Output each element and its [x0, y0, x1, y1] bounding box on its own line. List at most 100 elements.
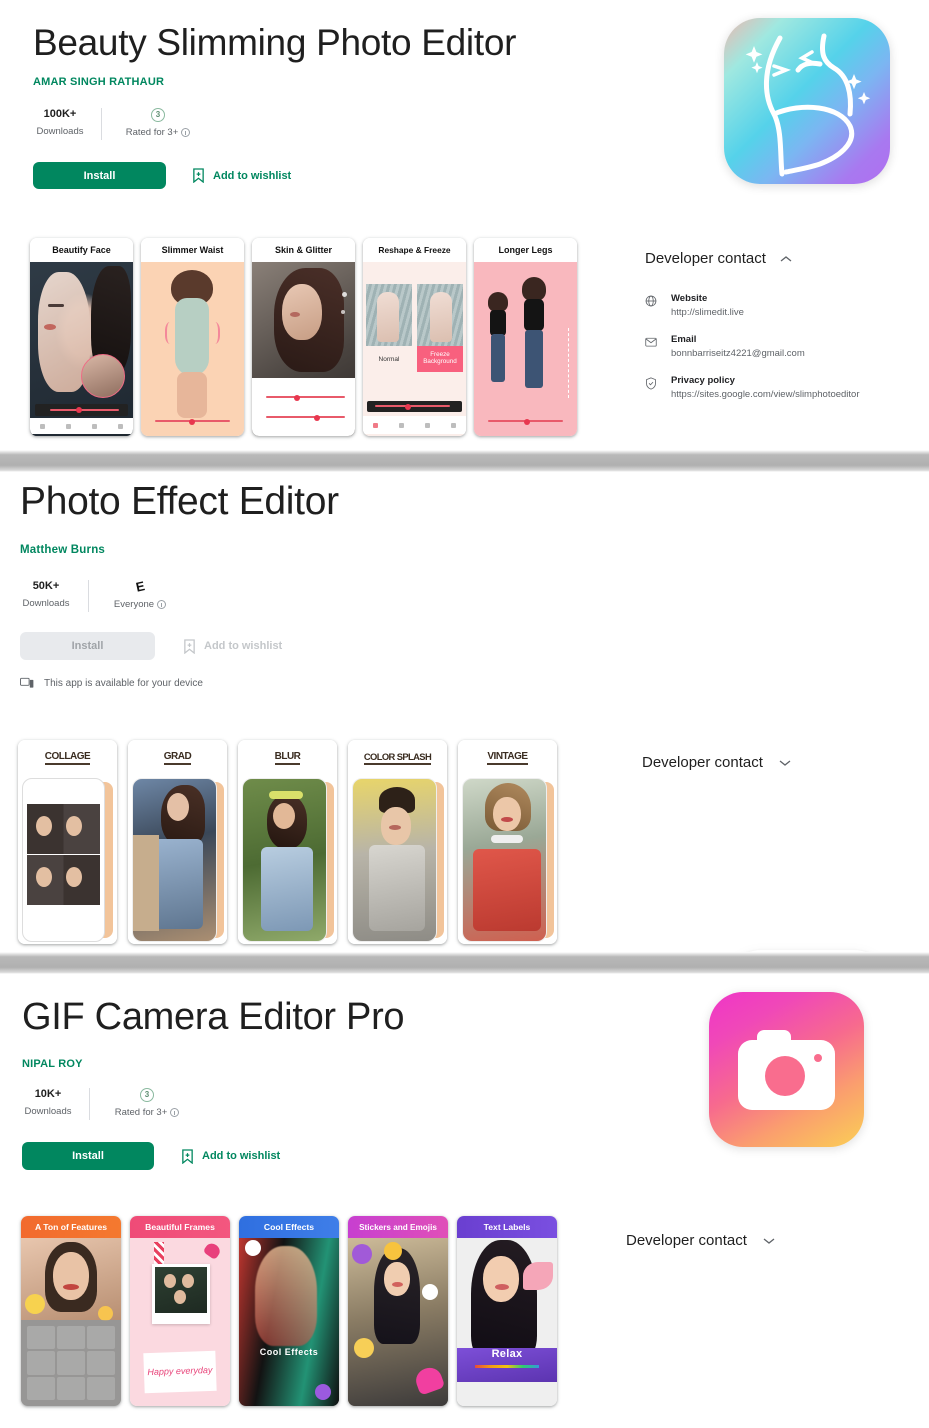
screenshot-art: Happy everyday	[130, 1238, 230, 1406]
camera-flash-dot	[814, 1054, 822, 1062]
screenshot-gallery-1[interactable]: Beautify Face Slimmer Waist Skin & Glitt…	[30, 238, 577, 436]
screenshot-thumbnail[interactable]: Stickers and Emojis	[348, 1216, 448, 1406]
install-button-label: Install	[83, 169, 116, 182]
screenshot-thumbnail[interactable]: Slimmer Waist	[141, 238, 244, 436]
screenshot-caption-bar: Skin & Glitter	[252, 238, 355, 262]
contact-value[interactable]: bonnbarriseitz4221@gmail.com	[671, 348, 805, 359]
screenshot-gallery-3[interactable]: A Ton of Features Beautiful Frames Happy…	[21, 1216, 557, 1406]
contact-row-email[interactable]: Email bonnbarriseitz4221@gmail.com	[645, 334, 915, 359]
developer-name[interactable]: NIPAL ROY	[22, 1058, 83, 1070]
screenshot-caption-bar: Beautify Face	[30, 238, 133, 262]
contact-value[interactable]: http://slimedit.live	[671, 307, 744, 318]
screenshot-thumbnail[interactable]: Text Labels Relax	[457, 1216, 557, 1406]
bookmark-icon	[184, 638, 195, 654]
downloads-value: 10K+	[34, 1088, 62, 1100]
app-section-1: Beauty Slimming Photo Editor AMAR SINGH …	[0, 0, 929, 450]
shield-icon	[646, 377, 656, 390]
page-title: Photo Effect Editor	[20, 480, 339, 523]
screenshot-sub-label: Freeze Background	[423, 351, 457, 365]
contact-label: Email	[671, 334, 697, 345]
screenshot-caption-bar: Beautiful Frames	[130, 1216, 230, 1238]
install-button[interactable]: Install	[20, 632, 155, 660]
wishlist-label: Add to wishlist	[204, 640, 283, 652]
info-icon[interactable]	[157, 600, 167, 609]
screenshot-caption-bar: Reshape & Freeze	[363, 238, 466, 262]
stats-divider	[88, 580, 89, 612]
chevron-down-icon[interactable]	[779, 759, 791, 767]
section-separator	[0, 952, 929, 974]
screenshot-thumbnail[interactable]: Longer Legs	[474, 238, 577, 436]
contact-row-website[interactable]: Website http://slimedit.live	[645, 293, 915, 318]
screenshot-thumbnail[interactable]: Beautiful Frames Happy everyday	[130, 1216, 230, 1406]
downloads-label: Downloads	[24, 1106, 72, 1117]
page-title: GIF Camera Editor Pro	[22, 996, 405, 1038]
screenshot-caption: Reshape & Freeze	[378, 245, 451, 255]
developer-contact-heading: Developer contact	[642, 754, 763, 771]
downloads-label: Downloads	[36, 126, 84, 137]
contact-row-privacy-policy[interactable]: Privacy policy https://sites.google.com/…	[645, 375, 915, 400]
screenshot-caption-bar: Slimmer Waist	[141, 238, 244, 262]
device-availability-note: This app is available for your device	[20, 677, 203, 689]
developer-contact-header[interactable]: Developer contact	[645, 250, 915, 267]
screenshot-sub-label: Normal	[378, 355, 400, 363]
play-store-app-listings-page: Beauty Slimming Photo Editor AMAR SINGH …	[0, 0, 929, 1428]
screenshot-art	[141, 262, 244, 436]
install-button[interactable]: Install	[22, 1142, 154, 1170]
add-to-wishlist-button[interactable]: Add to wishlist	[181, 1148, 281, 1164]
rating-badge-text: 3	[144, 1090, 150, 1099]
screenshot-thumbnail[interactable]: Beautify Face	[30, 238, 133, 436]
downloads-stat: 10K+ Downloads	[22, 1088, 74, 1117]
contact-value[interactable]: https://sites.google.com/view/slimphotoe…	[671, 389, 860, 400]
content-rating-label: Rated for 3+	[125, 127, 179, 138]
contact-label: Website	[671, 293, 708, 304]
developer-contact-header[interactable]: Developer contact	[642, 754, 791, 771]
bookmark-icon	[182, 1148, 193, 1164]
screenshot-thumbnail[interactable]: Cool Effects Cool Effects	[239, 1216, 339, 1406]
screenshot-overlay-text: Cool Effects	[259, 1347, 319, 1357]
screenshot-thumbnail[interactable]: A Ton of Features	[21, 1216, 121, 1406]
screenshot-toolbar	[30, 418, 133, 434]
rating-badge: 3	[151, 108, 165, 122]
downloads-stat: 50K+ Downloads	[20, 580, 72, 609]
screenshot-caption-bar: Cool Effects	[239, 1216, 339, 1238]
downloads-stat: 100K+ Downloads	[33, 108, 87, 137]
wishlist-label: Add to wishlist	[213, 169, 292, 182]
screenshot-art	[458, 776, 557, 944]
screenshot-caption: BLUR	[274, 751, 301, 765]
screenshot-thumbnail[interactable]: VINTAGE	[458, 740, 557, 944]
add-to-wishlist-button[interactable]: Add to wishlist	[183, 638, 283, 654]
screenshot-overlay-text: Happy everyday	[147, 1364, 213, 1378]
screenshot-art	[128, 776, 227, 944]
screenshot-thumbnail[interactable]: Reshape & Freeze Normal Freeze Backgroun…	[363, 238, 466, 436]
wishlist-label: Add to wishlist	[202, 1150, 281, 1162]
screenshot-art: Relax	[457, 1238, 557, 1406]
screenshot-thumbnail[interactable]: BLUR	[238, 740, 337, 944]
developer-name[interactable]: AMAR SINGH RATHAUR	[33, 76, 164, 88]
screenshot-art	[238, 776, 337, 944]
screenshot-caption: A Ton of Features	[34, 1222, 108, 1232]
screenshot-art	[30, 262, 133, 436]
screenshot-thumbnail[interactable]: GRAD	[128, 740, 227, 944]
add-to-wishlist-button[interactable]: Add to wishlist	[192, 168, 291, 183]
developer-name[interactable]: Matthew Burns	[20, 544, 105, 556]
info-icon[interactable]	[181, 128, 191, 137]
app-actions: Install Add to wishlist	[33, 162, 291, 189]
screenshot-gallery-2[interactable]: COLLAGE GRAD BLUR COLOR SPLASH VINTAGE	[18, 740, 557, 944]
screenshot-art	[348, 776, 447, 944]
install-button[interactable]: Install	[33, 162, 166, 189]
screenshot-caption: Cool Effects	[263, 1222, 315, 1232]
chevron-down-icon[interactable]	[763, 1237, 775, 1245]
rating-badge-text: 3	[155, 110, 161, 119]
app-stats: 10K+ Downloads 3 Rated for 3+	[22, 1088, 189, 1120]
app-actions: Install Add to wishlist	[22, 1142, 280, 1170]
screenshot-caption-bar: VINTAGE	[458, 740, 557, 776]
install-button-label: Install	[71, 640, 104, 652]
info-icon[interactable]	[170, 1108, 180, 1117]
chevron-up-icon[interactable]	[780, 255, 792, 263]
screenshot-thumbnail[interactable]: COLLAGE	[18, 740, 117, 944]
developer-contact-header[interactable]: Developer contact	[626, 1232, 775, 1249]
screenshot-caption: COLLAGE	[44, 751, 91, 765]
stats-divider	[101, 108, 102, 140]
screenshot-thumbnail[interactable]: Skin & Glitter	[252, 238, 355, 436]
screenshot-thumbnail[interactable]: COLOR SPLASH	[348, 740, 447, 944]
